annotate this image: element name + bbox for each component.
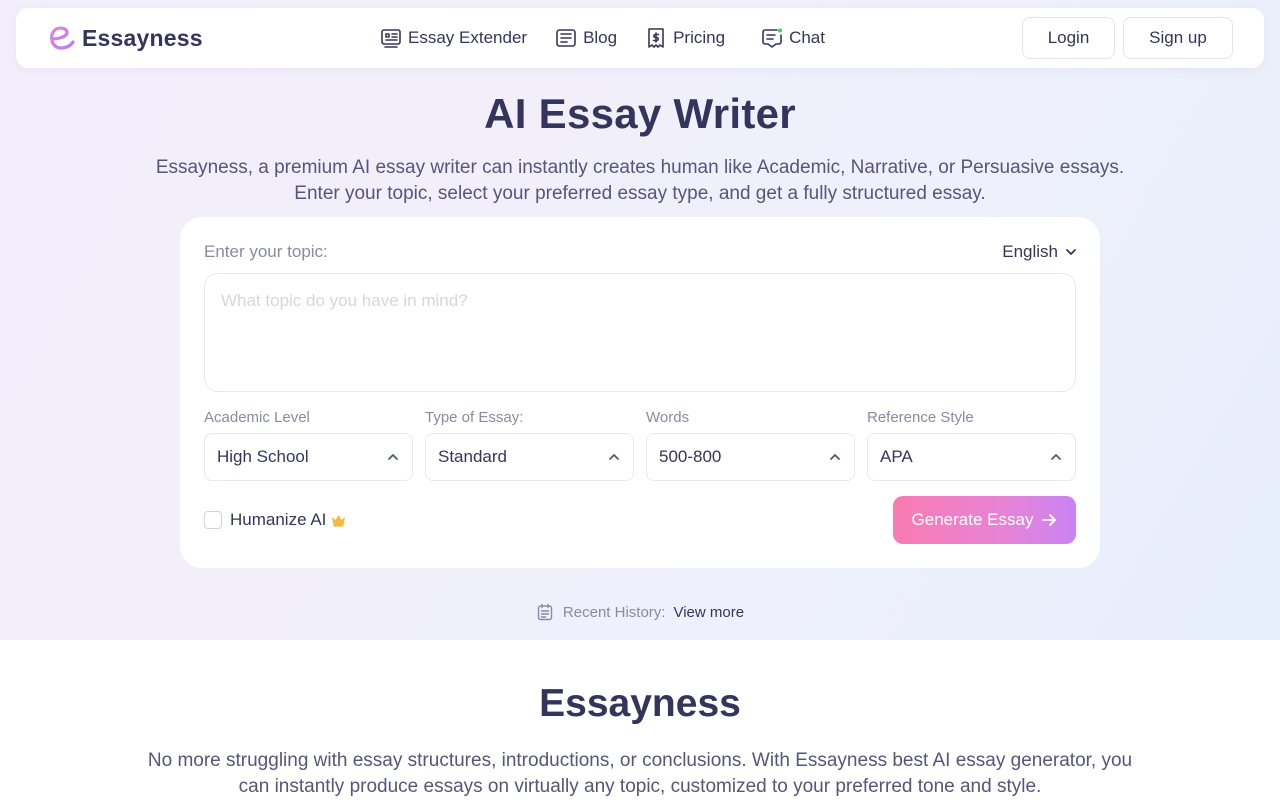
chat-icon [762,28,783,48]
brand-name: Essayness [82,24,203,51]
recent-history-label: Recent History: [562,603,666,621]
view-more-link[interactable]: View more [673,604,744,621]
nav-link-label: Chat [789,28,825,47]
word-count-field: Words 500-800 [646,409,855,481]
academic-level-value: High School [217,447,309,466]
top-navbar: Essayness Essay Extender Blog Pricing Ch… [16,8,1264,68]
nav-link-pricing[interactable]: Pricing [645,25,725,51]
login-button[interactable]: Login [1022,17,1115,59]
essay-type-label: Type of Essay: [425,409,524,426]
essayness-logo-icon [50,26,75,50]
nav-link-label: Pricing [673,28,726,47]
generate-essay-button[interactable]: Generate Essay [893,496,1076,544]
signup-button[interactable]: Sign up [1123,17,1233,59]
humanize-checkbox[interactable] [204,511,222,529]
reference-style-field: Reference Style APA [867,409,1076,481]
topic-label: Enter your topic: [204,242,328,261]
essay-type-select[interactable]: Standard [425,433,634,481]
chevron-up-icon [388,454,398,460]
page-title: AI Essay Writer [484,90,796,137]
section-title: Essayness [539,682,741,725]
nav-links: Essay Extender Blog Pricing Chat [380,25,825,51]
recent-history: Recent History: View more [0,603,1280,621]
reference-style-label: Reference Style [867,409,974,426]
word-count-select[interactable]: 500-800 [646,433,855,481]
nav-link-label: Blog [583,28,618,47]
academic-level-label: Academic Level [204,409,310,426]
language-select[interactable]: English [1002,242,1078,262]
word-count-value: 500-800 [659,447,722,466]
nav-link-essay-extender[interactable]: Essay Extender [380,25,527,51]
nav-link-label: Essay Extender [408,28,528,47]
reference-style-select[interactable]: APA [867,433,1076,481]
nav-link-blog[interactable]: Blog [555,25,617,51]
language-value: English [1002,242,1058,261]
brand-logo[interactable]: Essayness [46,22,203,54]
section-description: No more struggling with essay structures… [147,750,1133,797]
chevron-up-icon [609,454,619,460]
academic-level-select[interactable]: High School [204,433,413,481]
reference-style-value: APA [880,447,913,466]
humanize-label: Humanize AI [230,510,327,529]
crown-icon [332,514,346,527]
blog-icon [556,29,576,47]
hero-subtitle: Essayness, a premium AI essay writer can… [155,157,1125,204]
humanize-option: Humanize AI [204,508,346,532]
essay-type-field: Type of Essay: Standard [425,409,634,481]
chevron-up-icon [830,454,840,460]
essay-form-card: Enter your topic: English Academic Level… [180,217,1100,568]
arrow-right-icon [1042,514,1057,526]
chevron-up-icon [1051,454,1061,460]
word-count-label: Words [646,409,690,426]
chevron-down-icon [1066,249,1076,255]
essay-extender-icon [381,29,401,48]
essay-type-value: Standard [438,447,507,466]
pricing-icon [648,28,664,48]
history-clipboard-icon [537,603,553,621]
academic-level-field: Academic Level High School [204,409,413,481]
nav-link-chat[interactable]: Chat [761,25,825,51]
topic-input[interactable] [204,273,1076,392]
generate-essay-label: Generate Essay [911,510,1034,529]
